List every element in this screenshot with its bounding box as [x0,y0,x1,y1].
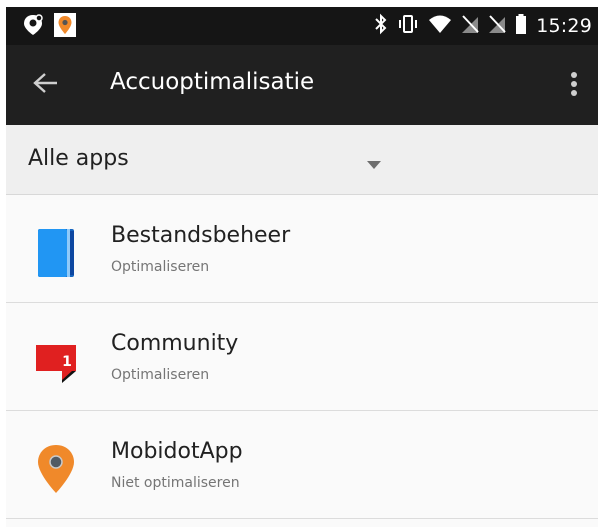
app-filter-selected: Alle apps [28,146,129,171]
app-name: Bestandsbeheer [111,223,291,248]
app-optimization-status: Optimaliseren [111,367,210,383]
app-list: Bestandsbeheer Optimaliseren 1 Community… [6,195,598,519]
app-name: MobidotApp [111,439,243,464]
vibrate-icon [397,13,419,39]
bluetooth-icon [374,13,388,39]
arrow-back-icon [33,72,59,98]
wifi-icon [428,14,452,38]
app-optimization-status: Niet optimaliseren [111,475,240,491]
mobidot-pin-icon [34,443,78,495]
mobidot-notification-icon [54,13,76,41]
status-bar: 15:29 [6,7,598,45]
page-title: Accuoptimalisatie [110,69,315,95]
overflow-menu-button[interactable] [562,69,586,103]
community-badge-count: 1 [62,354,72,370]
file-manager-icon [34,227,78,279]
back-button[interactable] [28,67,64,103]
app-filter-dropdown[interactable]: Alle apps [6,125,598,195]
no-sim-icon [461,14,479,38]
status-bar-notifications [22,13,76,41]
battery-icon [515,13,527,39]
list-item[interactable]: 1 Community Optimaliseren [6,303,598,411]
arrow-drop-down-icon [366,155,382,169]
status-bar-system-icons: 15:29 [374,7,592,45]
no-sim-icon [488,14,506,38]
list-item[interactable]: MobidotApp Niet optimaliseren [6,411,598,519]
more-vert-icon [570,71,578,101]
app-optimization-status: Optimaliseren [111,259,210,275]
app-name: Community [111,331,239,356]
app-toolbar: Accuoptimalisatie [6,45,598,125]
community-icon: 1 [34,335,78,387]
phone-screen: 15:29 Accuoptimalisatie Alle apps Bestan… [6,7,598,527]
location-badge-icon [22,13,44,41]
list-item[interactable]: Bestandsbeheer Optimaliseren [6,195,598,303]
status-bar-time: 15:29 [536,15,592,37]
